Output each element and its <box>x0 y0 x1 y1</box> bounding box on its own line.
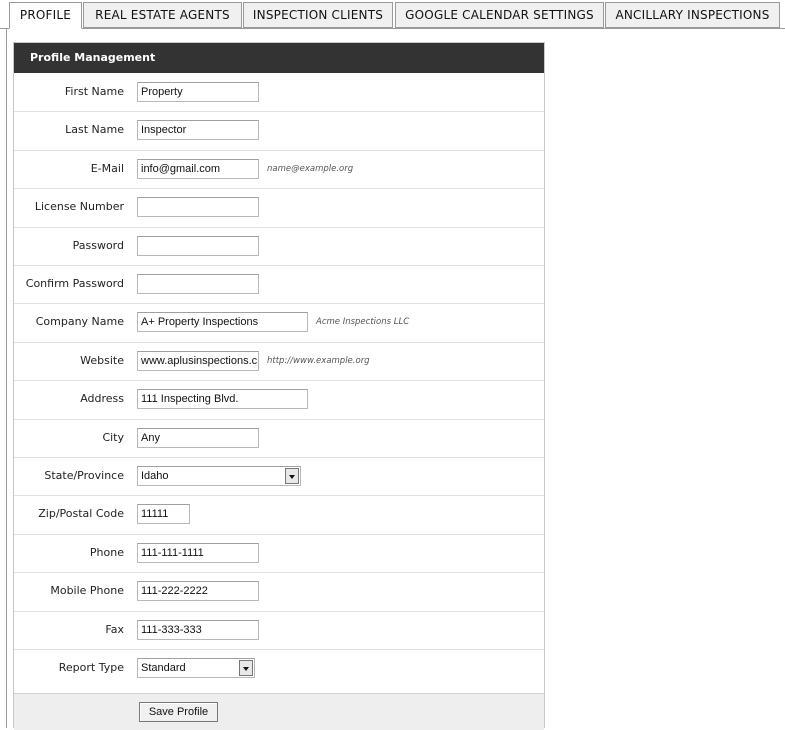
website-input[interactable]: www.aplusinspections.c <box>137 350 259 371</box>
row-city: City Any <box>14 419 544 458</box>
report-type-select[interactable]: Standard <box>137 658 255 678</box>
mobile-phone-input[interactable]: 111-222-2222 <box>137 581 259 602</box>
row-password: Password <box>14 227 544 266</box>
row-website: Website www.aplusinspections.c http://ww… <box>14 342 544 382</box>
company-name-hint: Acme Inspections LLC <box>316 317 410 328</box>
report-type-label: Report Type <box>58 661 124 674</box>
profile-panel: Profile Management First Name Property L… <box>13 42 545 730</box>
state-province-value: Idaho <box>141 470 169 482</box>
website-label: Website <box>80 353 124 367</box>
zip-postal-code-input[interactable]: 11111 <box>137 504 190 525</box>
chevron-down-icon[interactable] <box>239 660 253 676</box>
last-name-label: Last Name <box>65 123 124 137</box>
row-fax: Fax 111-333-333 <box>14 611 544 650</box>
row-email: E-Mail info@gmail.com name@example.org <box>14 150 544 190</box>
license-number-input[interactable] <box>137 197 259 218</box>
tab-real-estate-agents[interactable]: REAL ESTATE AGENTS <box>83 2 242 28</box>
password-label: Password <box>72 238 124 252</box>
password-input[interactable] <box>137 235 259 256</box>
row-state-province: State/Province Idaho <box>14 457 544 497</box>
company-name-label: Company Name <box>35 315 124 329</box>
row-report-type: Report Type Standard <box>14 649 544 687</box>
row-address: Address 111 Inspecting Blvd. <box>14 380 544 420</box>
phone-input[interactable]: 111-111-1111 <box>137 542 259 563</box>
company-name-input[interactable]: A+ Property Inspections <box>137 312 308 333</box>
email-hint: name@example.org <box>267 163 354 174</box>
form-footer: Save Profile <box>14 693 544 730</box>
tab-profile[interactable]: PROFILE <box>9 2 82 29</box>
state-province-select[interactable]: Idaho <box>137 466 301 486</box>
first-name-input[interactable]: Property <box>137 82 259 102</box>
tab-inspection-clients[interactable]: INSPECTION CLIENTS <box>243 2 393 28</box>
email-label: E-Mail <box>90 161 124 175</box>
tab-ancillary-inspections[interactable]: ANCILLARY INSPECTIONS <box>605 2 780 28</box>
fax-input[interactable]: 111-333-333 <box>137 619 259 640</box>
license-number-label: License Number <box>34 200 124 214</box>
content-border <box>6 28 7 728</box>
row-confirm-password: Confirm Password <box>14 265 544 305</box>
city-input[interactable]: Any <box>137 427 259 448</box>
zip-postal-code-label: Zip/Postal Code <box>38 507 124 521</box>
confirm-password-label: Confirm Password <box>25 277 124 290</box>
website-hint: http://www.example.org <box>267 355 370 366</box>
last-name-input[interactable]: Inspector <box>137 120 259 141</box>
confirm-password-input[interactable] <box>137 274 259 294</box>
row-phone: Phone 111-111-1111 <box>14 534 544 574</box>
row-last-name: Last Name Inspector <box>14 111 544 151</box>
first-name-label: First Name <box>64 85 124 98</box>
email-input[interactable]: info@gmail.com <box>137 158 259 179</box>
tab-google-calendar-settings[interactable]: GOOGLE CALENDAR SETTINGS <box>395 2 604 28</box>
row-company-name: Company Name A+ Property Inspections Acm… <box>14 303 544 343</box>
fax-label: Fax <box>105 622 124 636</box>
address-label: Address <box>80 392 124 406</box>
save-profile-button[interactable]: Save Profile <box>139 702 218 722</box>
state-province-label: State/Province <box>44 469 124 482</box>
panel-title: Profile Management <box>14 43 544 73</box>
row-license-number: License Number <box>14 188 544 228</box>
report-type-value: Standard <box>141 662 186 674</box>
mobile-phone-label: Mobile Phone <box>50 584 124 598</box>
city-label: City <box>102 430 124 444</box>
chevron-down-icon[interactable] <box>285 468 299 484</box>
row-first-name: First Name Property <box>14 73 544 113</box>
address-input[interactable]: 111 Inspecting Blvd. <box>137 389 308 410</box>
tab-bar: PROFILE REAL ESTATE AGENTS INSPECTION CL… <box>0 0 785 29</box>
phone-label: Phone <box>89 545 124 559</box>
row-zip-postal-code: Zip/Postal Code 11111 <box>14 495 544 535</box>
row-mobile-phone: Mobile Phone 111-222-2222 <box>14 572 544 612</box>
